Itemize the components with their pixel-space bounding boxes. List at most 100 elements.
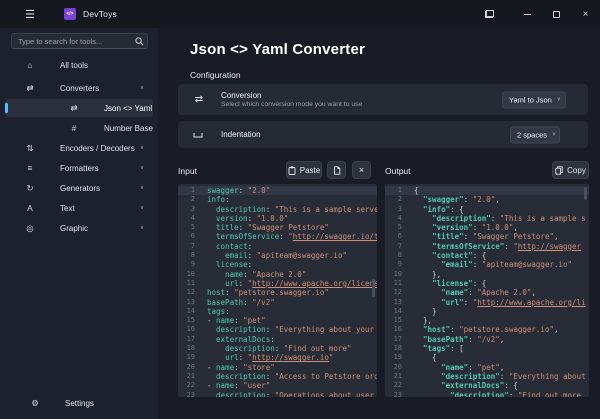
code-line: 1swagger: "2.0" (178, 186, 377, 195)
line-number: 14 (178, 307, 202, 316)
line-number: 11 (385, 279, 409, 288)
code-line: 6 "title": "Swagger Petstore", (385, 232, 589, 241)
code-text: - name: "user" (202, 381, 270, 390)
code-line: 21 "description": "Everything about (385, 372, 589, 381)
code-text: "info": { (409, 205, 464, 214)
conversion-swap-icon: ⇄ (193, 94, 205, 105)
code-line: 18 description: "Find out more" (178, 344, 377, 353)
chevron-down-icon: ∨ (140, 165, 144, 171)
input-editor[interactable]: 1swagger: "2.0"2info:3 description: "Thi… (178, 184, 377, 397)
hamburger-menu-icon[interactable]: ☰ (22, 8, 38, 21)
code-line: 2info: (178, 195, 377, 204)
line-number: 19 (178, 353, 202, 362)
code-text: "description": "Find out more (409, 391, 581, 397)
maximize-button[interactable] (542, 0, 571, 28)
code-line: 5 "version": "1.0.0", (385, 223, 589, 232)
sidebar-item-label: Json <> Yaml (104, 104, 152, 113)
code-line: 1{ (385, 186, 589, 195)
sidebar-item-converters[interactable]: ⇄Converters∧ (5, 79, 153, 97)
minimize-button[interactable] (513, 0, 542, 28)
sidebar-item-label: Generators (60, 184, 100, 193)
code-text: name: "Apache 2.0" (202, 270, 306, 279)
code-text: "version": "1.0.0", (409, 223, 518, 232)
devtoys-window: ☰ </> DevToys × ⌂All tools⇄Converters∧⇄J… (0, 0, 600, 419)
encoders-decoders-icon: ⇅ (24, 143, 36, 154)
line-number: 18 (178, 344, 202, 353)
code-text: description: "This is a sample serve (202, 205, 377, 214)
sidebar-item-settings[interactable]: ⚙ Settings (10, 394, 148, 412)
code-text: }, (409, 270, 441, 279)
code-text: "email": "apiteam@swagger.io" (409, 260, 572, 269)
line-number: 3 (385, 205, 409, 214)
code-line: 2 "swagger": "2.0", (385, 195, 589, 204)
line-number: 21 (178, 372, 202, 381)
conversion-title: Conversion (221, 91, 362, 100)
chevron-down-icon: ∨ (140, 185, 144, 191)
code-line: 15- name: "pet" (178, 316, 377, 325)
sidebar-item-label: Text (60, 204, 75, 213)
sidebar-item-json-yaml[interactable]: ⇄Json <> Yaml (5, 99, 153, 117)
line-number: 8 (178, 251, 202, 260)
home-icon: ⌂ (24, 60, 36, 70)
output-vertical-scrollbar[interactable] (584, 187, 587, 200)
code-line: 19 url: "http://swagger.io" (178, 353, 377, 362)
conversion-setting-card: ⇄ Conversion Select which conversion mod… (178, 84, 588, 115)
line-number: 23 (178, 391, 202, 397)
gear-icon: ⚙ (29, 398, 41, 409)
code-line: 23 description: "Operations about user (178, 391, 377, 397)
sidebar-item-formatters[interactable]: ≡Formatters∨ (5, 159, 153, 177)
code-text: basePath: "/v2" (202, 298, 275, 307)
sidebar-item-label: Graphic (60, 224, 88, 233)
output-editor[interactable]: 1{2 "swagger": "2.0",3 "info": {4 "descr… (385, 184, 589, 397)
code-line: 4 version: "1.0.0" (178, 214, 377, 223)
main-content: Json <> Yaml Converter Configuration ⇄ C… (158, 28, 600, 419)
line-number: 17 (178, 335, 202, 344)
line-number: 16 (178, 325, 202, 334)
search-box (11, 33, 148, 49)
sidebar-item-all-tools[interactable]: ⌂All tools (5, 56, 153, 74)
conversion-mode-dropdown[interactable]: Yaml to Json ∨ (502, 91, 566, 108)
close-button[interactable]: × (571, 0, 600, 28)
sidebar-item-encoders-decoders[interactable]: ⇅Encoders / Decoders∨ (5, 139, 153, 157)
clear-input-button[interactable]: × (352, 161, 371, 179)
sidebar-item-graphic[interactable]: ◎Graphic∨ (5, 219, 153, 237)
chevron-down-icon: ∨ (140, 225, 144, 231)
line-number: 23 (385, 391, 409, 397)
stay-on-top-button[interactable] (475, 0, 503, 28)
line-number: 13 (178, 298, 202, 307)
line-number: 15 (385, 316, 409, 325)
sidebar-item-text[interactable]: AText∨ (5, 199, 153, 217)
code-line: 22 "externalDocs": { (385, 381, 589, 390)
code-line: 12host: "petstore.swagger.io" (178, 288, 377, 297)
stay-on-top-icon (485, 10, 494, 18)
code-text: description: "Everything about your P (202, 325, 377, 334)
indentation-dropdown[interactable]: 2 spaces ∨ (510, 126, 560, 143)
search-input[interactable] (12, 37, 131, 46)
code-line: 11 "license": { (385, 279, 589, 288)
code-text: info: (202, 195, 230, 204)
copy-icon (555, 166, 563, 175)
open-file-button[interactable] (327, 161, 346, 179)
input-vertical-scrollbar[interactable] (372, 279, 375, 297)
sidebar-item-generators[interactable]: ↻Generators∨ (5, 179, 153, 197)
search-icon[interactable] (131, 37, 147, 46)
code-text: url: "http://www.apache.org/licens (202, 279, 377, 288)
number-base-icon: # (68, 123, 80, 133)
converters-icon: ⇄ (24, 83, 36, 94)
title-bar: ☰ </> DevToys × (0, 0, 600, 28)
code-text: host: "petstore.swagger.io" (202, 288, 329, 297)
indentation-icon (193, 132, 205, 138)
code-line: 13 "url": "http://www.apache.org/li (385, 298, 589, 307)
code-text: "tags": [ (409, 344, 464, 353)
code-line: 7 "termsOfService": "http://swagger (385, 242, 589, 251)
line-number: 12 (178, 288, 202, 297)
copy-button[interactable]: Copy (552, 161, 589, 179)
conversion-mode-value: Yaml to Json (509, 95, 552, 104)
app-title: DevToys (83, 9, 117, 19)
line-number: 22 (385, 381, 409, 390)
paste-button[interactable]: Paste (286, 161, 322, 179)
code-text: description: "Find out more" (202, 344, 352, 353)
sidebar-item-number-base[interactable]: #Number Base (5, 119, 153, 137)
code-line: 10 name: "Apache 2.0" (178, 270, 377, 279)
code-line: 22- name: "user" (178, 381, 377, 390)
